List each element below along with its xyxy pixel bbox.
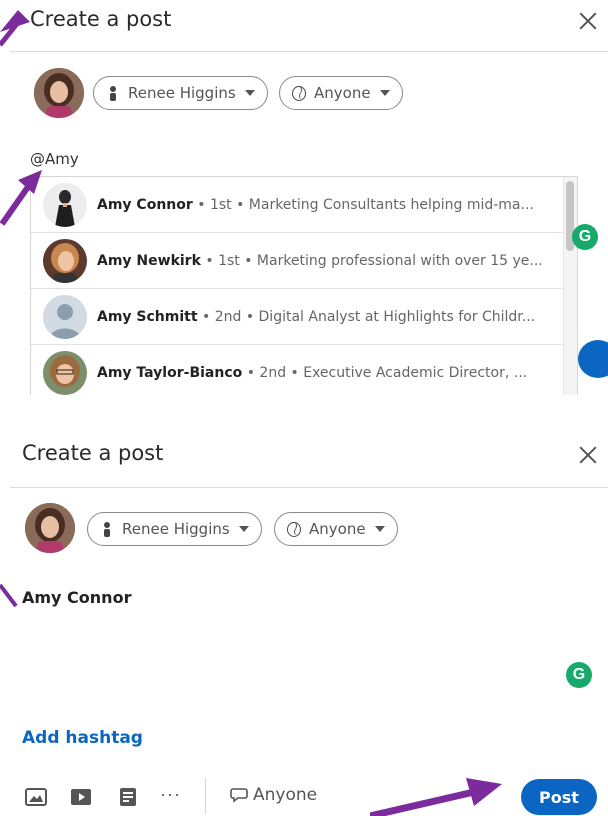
- audience-selector[interactable]: Anyone: [274, 512, 398, 546]
- mention-suggestions: Amy Connor • 1st • Marketing Consultants…: [30, 176, 578, 395]
- author-name: Renee Higgins: [128, 84, 236, 102]
- avatar: [43, 238, 87, 283]
- globe-icon: [292, 85, 306, 101]
- post-text-mention-query[interactable]: @Amy: [30, 150, 79, 168]
- person-icon: [100, 521, 114, 537]
- chevron-down-icon: [374, 526, 385, 532]
- comment-audience-selector[interactable]: Anyone: [230, 785, 317, 805]
- close-icon[interactable]: [576, 9, 600, 33]
- chevron-down-icon: [379, 90, 390, 96]
- audience-selector[interactable]: Anyone: [279, 76, 403, 110]
- post-button[interactable]: Post: [521, 779, 597, 815]
- suggestion-detail: • 2nd • Executive Academic Director, ...: [242, 364, 528, 381]
- video-icon[interactable]: [70, 788, 92, 806]
- close-icon[interactable]: [576, 443, 600, 467]
- create-post-dialog-composed: Create a post Renee Higgins Anyone Amy C…: [0, 420, 608, 816]
- post-body-mention[interactable]: Amy Connor: [22, 588, 131, 607]
- scrollbar[interactable]: [563, 177, 577, 395]
- suggestion-detail: • 1st • Marketing Consultants helping mi…: [192, 196, 534, 213]
- chevron-down-icon: [238, 526, 249, 532]
- author-name: Renee Higgins: [122, 520, 230, 538]
- dialog-title: Create a post: [30, 7, 172, 31]
- more-options-icon[interactable]: ···: [160, 784, 181, 805]
- create-post-dialog-mention: Create a post Renee Higgins Anyone @Amy: [0, 0, 608, 395]
- suggestion-detail: • 1st • Marketing professional with over…: [200, 252, 543, 269]
- list-item[interactable]: Amy Connor • 1st • Marketing Consultants…: [31, 177, 563, 233]
- suggestion-name: Amy Connor: [97, 196, 193, 213]
- avatar: [34, 68, 84, 118]
- suggestion-detail: • 2nd • Digital Analyst at Highlights fo…: [197, 308, 536, 325]
- post-button-partial: [578, 340, 608, 378]
- list-item[interactable]: Amy Schmitt • 2nd • Digital Analyst at H…: [31, 289, 563, 345]
- suggestion-name: Amy Newkirk: [97, 252, 201, 269]
- photo-icon[interactable]: [25, 788, 47, 806]
- suggestion-name: Amy Taylor-Bianco: [97, 364, 243, 381]
- comment-audience-label: Anyone: [253, 785, 318, 805]
- grammarly-icon[interactable]: G: [566, 662, 592, 688]
- add-hashtag-link[interactable]: Add hashtag: [22, 728, 143, 748]
- header-divider: [10, 487, 608, 488]
- toolbar-divider: [205, 778, 206, 814]
- avatar: [43, 182, 87, 227]
- dialog-title: Create a post: [22, 441, 164, 465]
- person-icon: [106, 85, 120, 101]
- annotation-arrow: [370, 778, 502, 816]
- list-item[interactable]: Amy Taylor-Bianco • 2nd • Executive Acad…: [31, 345, 563, 395]
- grammarly-icon[interactable]: G: [572, 224, 598, 250]
- document-icon[interactable]: [117, 788, 139, 806]
- header-divider: [10, 51, 608, 52]
- author-selector[interactable]: Renee Higgins: [93, 76, 268, 110]
- audience-label: Anyone: [314, 84, 371, 102]
- suggestion-name: Amy Schmitt: [97, 308, 198, 325]
- avatar: [25, 503, 75, 553]
- list-item[interactable]: Amy Newkirk • 1st • Marketing profession…: [31, 233, 563, 289]
- audience-label: Anyone: [309, 520, 366, 538]
- comment-icon: [230, 788, 248, 803]
- avatar: [43, 294, 87, 339]
- avatar: [43, 350, 87, 395]
- author-selector[interactable]: Renee Higgins: [87, 512, 262, 546]
- globe-icon: [287, 521, 301, 537]
- chevron-down-icon: [244, 90, 255, 96]
